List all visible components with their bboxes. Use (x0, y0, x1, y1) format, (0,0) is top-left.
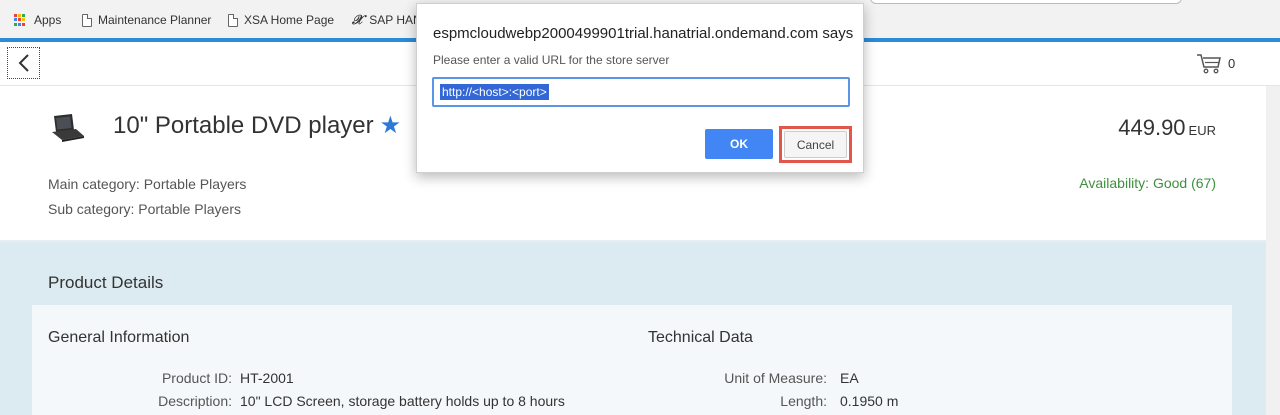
bookmark-label: Maintenance Planner (98, 13, 212, 27)
availability-status: Availability: Good (67) (1079, 175, 1216, 191)
prompt-dialog: espmcloudwebp2000499901trial.hanatrial.o… (416, 3, 864, 173)
unit-of-measure-label: Unit of Measure: (724, 370, 827, 386)
technical-data-heading: Technical Data (648, 329, 753, 346)
bookmark-sap-hana[interactable]: 𝒳 SAP HAN (352, 12, 422, 28)
main-category: Main category: Portable Players (48, 176, 247, 192)
product-image (52, 114, 84, 142)
general-information-heading: General Information (48, 329, 190, 346)
length-label: Length: (780, 393, 827, 409)
product-details-section: Product Details General Information Tech… (0, 242, 1280, 415)
dialog-title: espmcloudwebp2000499901trial.hanatrial.o… (433, 25, 854, 42)
details-title: Product Details (48, 273, 164, 292)
price-currency: EUR (1188, 123, 1216, 138)
bookmark-apps[interactable]: Apps (14, 12, 61, 28)
sub-category: Sub category: Portable Players (48, 201, 241, 217)
address-bar-edge (870, 0, 1182, 4)
bookmark-label: XSA Home Page (244, 13, 335, 27)
favorite-star-icon[interactable]: ★ (380, 112, 402, 139)
back-button[interactable] (7, 47, 40, 79)
dialog-message: Please enter a valid URL for the store s… (433, 53, 670, 67)
url-input[interactable]: http://<host>:<port> (432, 77, 850, 107)
page-icon (228, 13, 238, 27)
cart-button[interactable]: 0 (1196, 52, 1235, 74)
cancel-highlight: Cancel (779, 126, 852, 163)
bookmark-label: SAP HAN (369, 13, 422, 27)
chevron-left-icon (18, 54, 29, 72)
cart-count: 0 (1228, 55, 1236, 71)
description-value: 10" LCD Screen, storage battery holds up… (240, 393, 565, 409)
length-value: 0.1950 m (840, 393, 899, 409)
product-title: 10" Portable DVD player (113, 112, 374, 139)
bookmark-label: Apps (34, 13, 62, 27)
page-icon (82, 13, 92, 27)
xs-logo-icon: 𝒳 (352, 12, 364, 27)
cancel-button[interactable]: Cancel (784, 131, 847, 158)
cart-icon (1197, 54, 1221, 74)
description-label: Description: (158, 393, 232, 409)
bookmark-xsa-home-page[interactable]: XSA Home Page (228, 12, 334, 28)
details-panel: General Information Technical Data Produ… (32, 305, 1232, 415)
product-id-value: HT-2001 (240, 370, 294, 386)
product-id-label: Product ID: (161, 370, 232, 386)
bookmark-maintenance-planner[interactable]: Maintenance Planner (82, 12, 211, 28)
unit-of-measure-value: EA (840, 370, 859, 386)
product-title-row: 10" Portable DVD player ★ (113, 111, 401, 140)
apps-grid-icon (14, 14, 26, 26)
scrollbar-track[interactable] (1266, 86, 1280, 415)
product-price: 449.90 EUR (1118, 115, 1216, 141)
price-value: 449.90 (1118, 115, 1186, 140)
ok-button[interactable]: OK (705, 129, 773, 159)
url-input-value: http://<host>:<port> (440, 84, 549, 100)
